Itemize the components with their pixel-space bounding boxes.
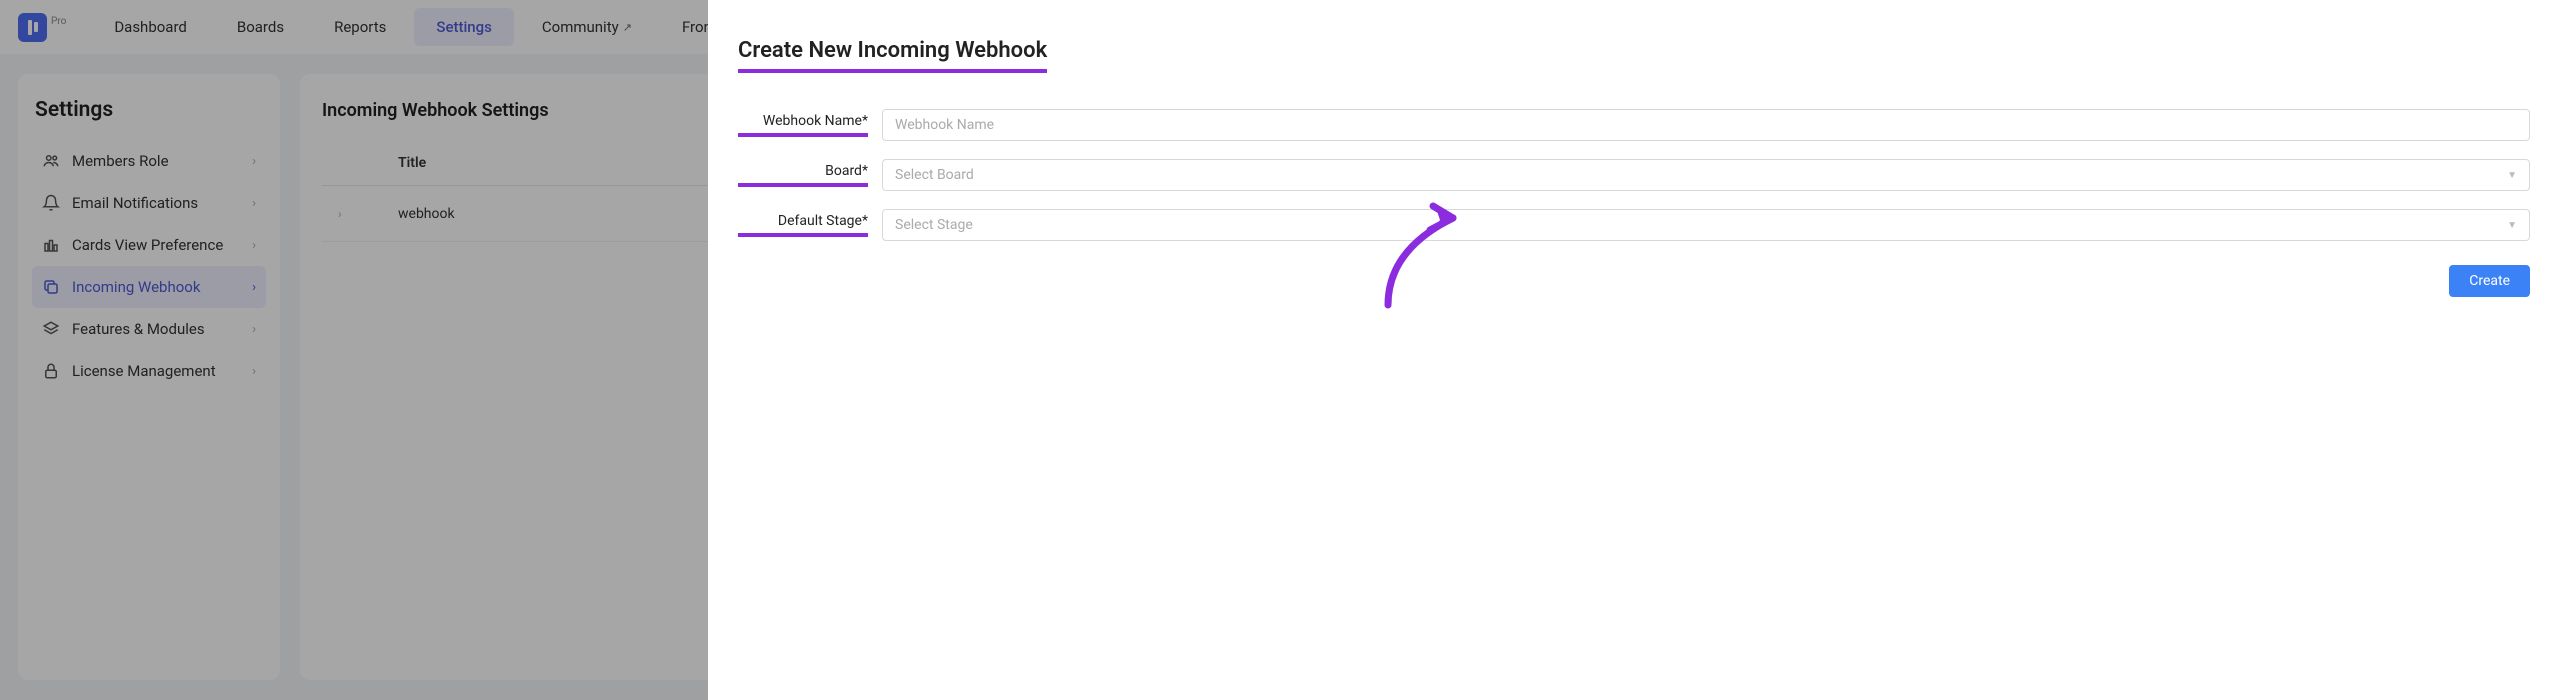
layers-icon	[42, 320, 60, 338]
board-select[interactable]: Select Board ▼	[882, 159, 2530, 191]
chevron-right-icon: ›	[252, 322, 256, 337]
sidebar-label: Email Notifications	[72, 194, 240, 212]
sidebar-label: Features & Modules	[72, 320, 240, 338]
sidebar-item-incoming-webhook[interactable]: Incoming Webhook ›	[32, 266, 266, 308]
sidebar-label: Cards View Preference	[72, 236, 240, 254]
external-link-icon: ↗	[623, 21, 632, 34]
modal-title: Create New Incoming Webhook	[738, 38, 1047, 73]
chevron-down-icon: ▼	[2507, 220, 2517, 231]
nav-community-label: Community	[542, 18, 619, 36]
bar-chart-icon	[42, 236, 60, 254]
webhook-name-input[interactable]	[882, 109, 2530, 141]
row-title: webhook	[398, 206, 678, 222]
column-title: Title	[398, 155, 678, 171]
sidebar-item-members-role[interactable]: Members Role ›	[32, 140, 266, 182]
users-icon	[42, 152, 60, 170]
create-webhook-modal: Create New Incoming Webhook Webhook Name…	[708, 0, 2560, 700]
lock-icon	[42, 362, 60, 380]
chevron-down-icon: ▼	[2507, 170, 2517, 181]
sidebar-item-cards-view[interactable]: Cards View Preference ›	[32, 224, 266, 266]
nav-dashboard[interactable]: Dashboard	[92, 8, 209, 46]
chevron-right-icon: ›	[252, 364, 256, 379]
logo[interactable]: Pro	[18, 13, 66, 42]
chevron-right-icon: ›	[252, 280, 256, 295]
sidebar-label: Members Role	[72, 152, 240, 170]
form-row-default-stage: Default Stage* Select Stage ▼	[738, 209, 2530, 241]
default-stage-label: Default Stage*	[738, 213, 868, 237]
chevron-right-icon: ›	[252, 238, 256, 253]
settings-sidebar: Settings Members Role ›	[18, 74, 280, 680]
logo-icon	[18, 13, 47, 42]
bell-icon	[42, 194, 60, 212]
default-stage-select[interactable]: Select Stage ▼	[882, 209, 2530, 241]
pro-badge: Pro	[51, 16, 66, 27]
webhook-name-label: Webhook Name*	[738, 113, 868, 137]
copy-icon	[42, 278, 60, 296]
chevron-right-icon: ›	[252, 196, 256, 211]
nav-settings[interactable]: Settings	[414, 8, 514, 46]
stage-placeholder: Select Stage	[895, 217, 973, 233]
modal-footer: Create	[738, 265, 2530, 297]
board-label: Board*	[738, 163, 868, 187]
sidebar-item-email-notifications[interactable]: Email Notifications ›	[32, 182, 266, 224]
board-placeholder: Select Board	[895, 167, 974, 183]
sidebar-label: Incoming Webhook	[72, 278, 240, 296]
sidebar-item-features-modules[interactable]: Features & Modules ›	[32, 308, 266, 350]
nav-boards[interactable]: Boards	[215, 8, 306, 46]
chevron-right-icon: ›	[252, 154, 256, 169]
sidebar-title: Settings	[32, 98, 266, 122]
sidebar-item-license-management[interactable]: License Management ›	[32, 350, 266, 392]
nav-community[interactable]: Community ↗	[520, 8, 654, 46]
nav-reports[interactable]: Reports	[312, 8, 408, 46]
expand-icon[interactable]: ›	[338, 207, 358, 221]
sidebar-label: License Management	[72, 362, 240, 380]
create-button[interactable]: Create	[2449, 265, 2530, 297]
form-row-webhook-name: Webhook Name*	[738, 109, 2530, 141]
form-row-board: Board* Select Board ▼	[738, 159, 2530, 191]
